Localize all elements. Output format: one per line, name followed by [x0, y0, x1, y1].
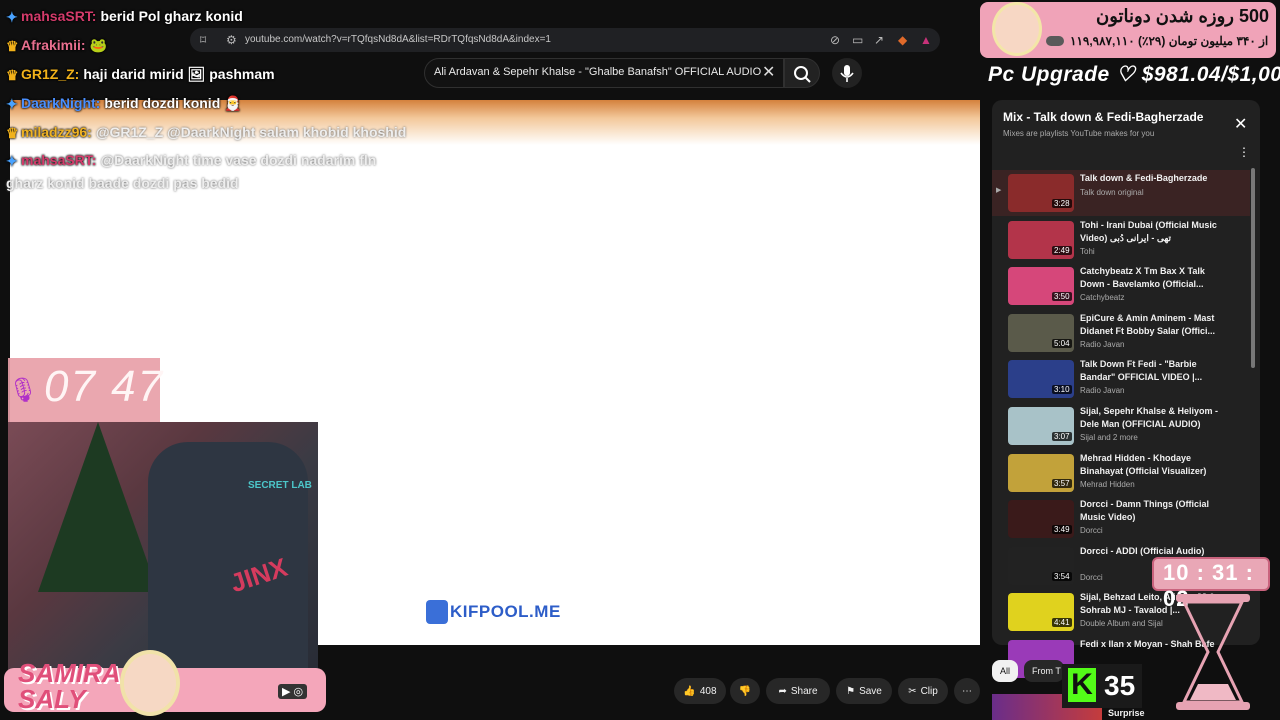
microphone-icon: [840, 65, 854, 82]
video-duration: 3:57: [1052, 479, 1072, 488]
viewer-count: 35: [1104, 670, 1136, 701]
chat-message: ✦ mahsaSRT: @DaarkNight time vase dozdi na…: [6, 152, 377, 169]
donation-subtitle: ۱۱۹,۹۸۷,۱۱۰ از ۳۴۰ میلیون تومان (۲۹٪): [1070, 34, 1269, 48]
bookmark-save-icon: ⚑: [846, 685, 856, 697]
share-button[interactable]: ➦ Share: [766, 678, 830, 704]
cast-icon[interactable]: ▭: [852, 33, 863, 47]
playlist-channel-name: Tohi: [1080, 247, 1095, 256]
video-duration: 5:04: [1052, 339, 1072, 348]
search-input[interactable]: Ali Ardavan & Sepehr Khalse - "Ghalbe Ba…: [434, 66, 761, 78]
voice-search-button[interactable]: [832, 58, 862, 88]
sword-badge-icon: ✦: [6, 9, 18, 25]
site-info-icon[interactable]: ⚙: [226, 33, 237, 47]
bookmark-icon[interactable]: ⌑: [200, 33, 206, 47]
video-duration: 3:49: [1052, 525, 1072, 534]
hourglass-icon: [1176, 594, 1250, 710]
clear-search-icon[interactable]: ✕: [762, 62, 775, 82]
chair-brand: SECRET LAB: [248, 480, 312, 491]
streamer-name: SAMIRA SALY: [18, 658, 121, 714]
dislike-button[interactable]: 👎: [730, 678, 760, 704]
donation-avatar: [992, 2, 1042, 56]
playlist-channel-name: Dorcci: [1080, 573, 1103, 582]
kick-logo-icon: K: [1068, 668, 1096, 702]
playlist-video-title[interactable]: EpiCure & Amin Aminem - Mast Didanet Ft …: [1080, 312, 1220, 338]
share-icon: ➦: [778, 685, 787, 697]
kifpool-logo-icon: [426, 600, 448, 624]
playlist-title: Mix - Talk down & Fedi-Bagherzade: [1003, 110, 1204, 124]
video-duration: 3:07: [1052, 432, 1072, 441]
thumbs-down-icon: 👎: [738, 685, 752, 697]
now-playing-icon: ▶: [996, 187, 1002, 194]
crown-badge-icon: ♛: [6, 67, 19, 83]
playlist-video-title[interactable]: Mehrad Hidden - Khodaye Binahayat (Offic…: [1080, 452, 1220, 478]
playlist-more-icon[interactable]: ⋮: [1238, 145, 1250, 159]
playlist-channel-name: Catchybeatz: [1080, 293, 1125, 302]
video-duration: 3:10: [1052, 385, 1072, 394]
url-text[interactable]: youtube.com/watch?v=rTQfqsNd8dA&list=RDr…: [245, 34, 551, 45]
webcam-feed: [8, 422, 318, 682]
scissors-icon: ✂: [908, 685, 917, 697]
sword-badge-icon: ✦: [6, 96, 18, 112]
like-button[interactable]: 👍 408: [674, 678, 726, 704]
thumbs-up-icon: 👍: [683, 685, 696, 697]
playlist-subtitle: Mixes are playlists YouTube makes for yo…: [1003, 129, 1155, 138]
streamer-avatar: [120, 650, 180, 716]
more-actions-button[interactable]: ⋯: [954, 678, 980, 704]
playlist-video-title[interactable]: Talk down & Fedi-Bagherzade: [1080, 172, 1220, 185]
search-icon: [794, 66, 811, 83]
video-duration: 3:54: [1052, 572, 1072, 581]
chat-message: ♛ Afrakimii: 🐸: [6, 37, 108, 54]
crown-badge-icon: ♛: [6, 125, 19, 141]
crown-badge-icon: ♛: [6, 38, 19, 54]
close-playlist-icon[interactable]: ✕: [1234, 114, 1247, 134]
chip-from[interactable]: From T: [1024, 660, 1064, 682]
christmas-tree: [38, 422, 158, 592]
playlist-channel-name: Dorcci: [1080, 526, 1103, 535]
video-duration: 4:41: [1052, 618, 1072, 627]
playlist-channel-name: Double Album and Sijal: [1080, 619, 1163, 628]
video-duration: 3:50: [1052, 292, 1072, 301]
playlist-channel-name: Radio Javan: [1080, 386, 1125, 395]
playlist-video-title[interactable]: Tohi - Irani Dubai (Official Music Video…: [1080, 219, 1220, 245]
stream-timer: 07 47: [44, 362, 165, 411]
social-icons: ▶ ◎: [278, 684, 308, 699]
chat-message: ✦ DaarkNight: berid dozdi konid 🎅: [6, 95, 242, 112]
playlist-video-title[interactable]: Talk Down Ft Fedi - "Barbie Bandar" OFFI…: [1080, 358, 1220, 384]
rewards-icon[interactable]: ▲: [920, 33, 932, 47]
eye-off-icon[interactable]: ⊘: [830, 33, 840, 47]
playlist-channel-name: Sijal and 2 more: [1080, 433, 1138, 442]
video-duration: 3:28: [1052, 199, 1072, 208]
more-icon: ⋯: [962, 685, 972, 697]
sword-badge-icon: ✦: [6, 153, 18, 169]
donation-progress-bar: [1046, 36, 1064, 46]
chip-all[interactable]: All: [992, 660, 1019, 682]
playlist-video-title[interactable]: Sijal, Sepehr Khalse & Heliyom - Dele Ma…: [1080, 405, 1220, 431]
search-button[interactable]: [784, 58, 820, 88]
chat-message: ✦ mahsaSRT: berid Pol gharz konid: [6, 8, 243, 25]
next-video-title[interactable]: Surprise: [1108, 708, 1145, 718]
video-duration: 2:49: [1052, 246, 1072, 255]
brave-shield-icon[interactable]: ◆: [898, 33, 907, 47]
playlist-channel-name: Talk down original: [1080, 188, 1144, 197]
playlist-scrollbar[interactable]: [1251, 168, 1255, 368]
share-page-icon[interactable]: ↗: [874, 33, 884, 47]
upgrade-goal-text: Pc Upgrade ♡ $981.04/$1,000: [988, 63, 1280, 86]
kifpool-watermark: KIFPOOL.ME: [426, 600, 561, 624]
donation-title: 500 روزه شدن دوناتون: [1096, 6, 1270, 26]
chat-message: ♛ GR1Z_Z: haji darid mirid 🖼 pashmam: [6, 66, 275, 83]
mic-muted-icon: 🎙: [8, 377, 39, 404]
playlist-channel-name: Mehrad Hidden: [1080, 480, 1135, 489]
playlist-channel-name: Radio Javan: [1080, 340, 1125, 349]
chat-message: ♛ miladzz96: @GR1Z_Z @DaarkNight salam kho…: [6, 124, 407, 141]
playlist-video-title[interactable]: Dorcci - Damn Things (Official Music Vid…: [1080, 498, 1220, 524]
save-button[interactable]: ⚑ Save: [836, 678, 892, 704]
playlist-video-title[interactable]: Catchybeatz X Tm Bax X Talk Down - Bavel…: [1080, 265, 1220, 291]
clip-button[interactable]: ✂ Clip: [898, 678, 948, 704]
chat-message-continuation: gharz konid baade dozdi pas bedid: [6, 175, 239, 191]
